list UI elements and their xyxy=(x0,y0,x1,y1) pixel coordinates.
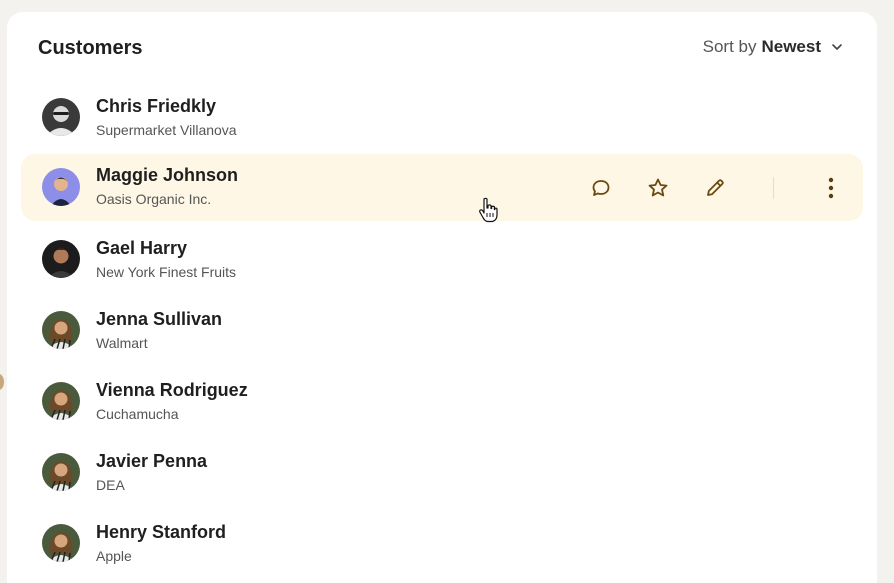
list-item[interactable]: Jenna Sullivan Walmart xyxy=(21,296,863,367)
sort-dropdown[interactable]: Sort by Newest xyxy=(703,37,843,57)
customer-company: Supermarket Villanova xyxy=(96,122,237,138)
avatar xyxy=(42,311,80,349)
list-item[interactable]: Gael Harry New York Finest Fruits xyxy=(21,225,863,296)
list-item[interactable]: Henry Stanford Apple xyxy=(21,509,863,580)
customer-company: DEA xyxy=(96,477,125,493)
customer-company: Oasis Organic Inc. xyxy=(96,191,212,207)
customer-company: Walmart xyxy=(96,335,148,351)
avatar xyxy=(42,524,80,562)
customer-company: Cuchamucha xyxy=(96,406,179,422)
customer-name[interactable]: Gael Harry xyxy=(96,237,236,259)
sort-value: Newest xyxy=(761,37,821,56)
customer-name[interactable]: Maggie Johnson xyxy=(96,164,238,186)
edge-handle xyxy=(0,374,4,390)
card-header: Customers Sort by Newest xyxy=(7,12,877,82)
customer-company: Apple xyxy=(96,548,132,564)
chevron-down-icon xyxy=(832,44,842,50)
divider xyxy=(773,176,774,199)
more-vertical-icon[interactable] xyxy=(819,176,843,200)
page-title: Customers xyxy=(38,37,143,59)
list-item[interactable]: Javier Penna DEA xyxy=(21,438,863,509)
hand-cursor-icon xyxy=(479,197,498,223)
avatar xyxy=(42,382,80,420)
avatar xyxy=(42,240,80,278)
avatar xyxy=(42,168,80,206)
customer-name[interactable]: Javier Penna xyxy=(96,450,207,472)
customer-company: New York Finest Fruits xyxy=(96,264,237,280)
customers-card: Customers Sort by Newest Chris Friedkly xyxy=(7,12,877,583)
sort-label: Sort by xyxy=(702,37,757,56)
customer-name[interactable]: Vienna Rodriguez xyxy=(96,379,248,401)
customer-list: Chris Friedkly Supermarket Villanova Mag… xyxy=(7,83,877,580)
list-item[interactable]: Vienna Rodriguez Cuchamucha xyxy=(21,367,863,438)
chat-icon[interactable] xyxy=(589,176,613,200)
avatar xyxy=(42,453,80,491)
row-actions xyxy=(589,154,863,221)
avatar xyxy=(42,98,80,136)
customer-name[interactable]: Henry Stanford xyxy=(96,521,226,543)
customer-name[interactable]: Jenna Sullivan xyxy=(96,308,222,330)
star-icon[interactable] xyxy=(646,176,670,200)
edit-icon[interactable] xyxy=(703,176,727,200)
list-item[interactable]: Chris Friedkly Supermarket Villanova xyxy=(21,83,863,154)
customer-name[interactable]: Chris Friedkly xyxy=(96,95,237,117)
list-item[interactable]: Maggie Johnson Oasis Organic Inc. xyxy=(21,154,863,221)
